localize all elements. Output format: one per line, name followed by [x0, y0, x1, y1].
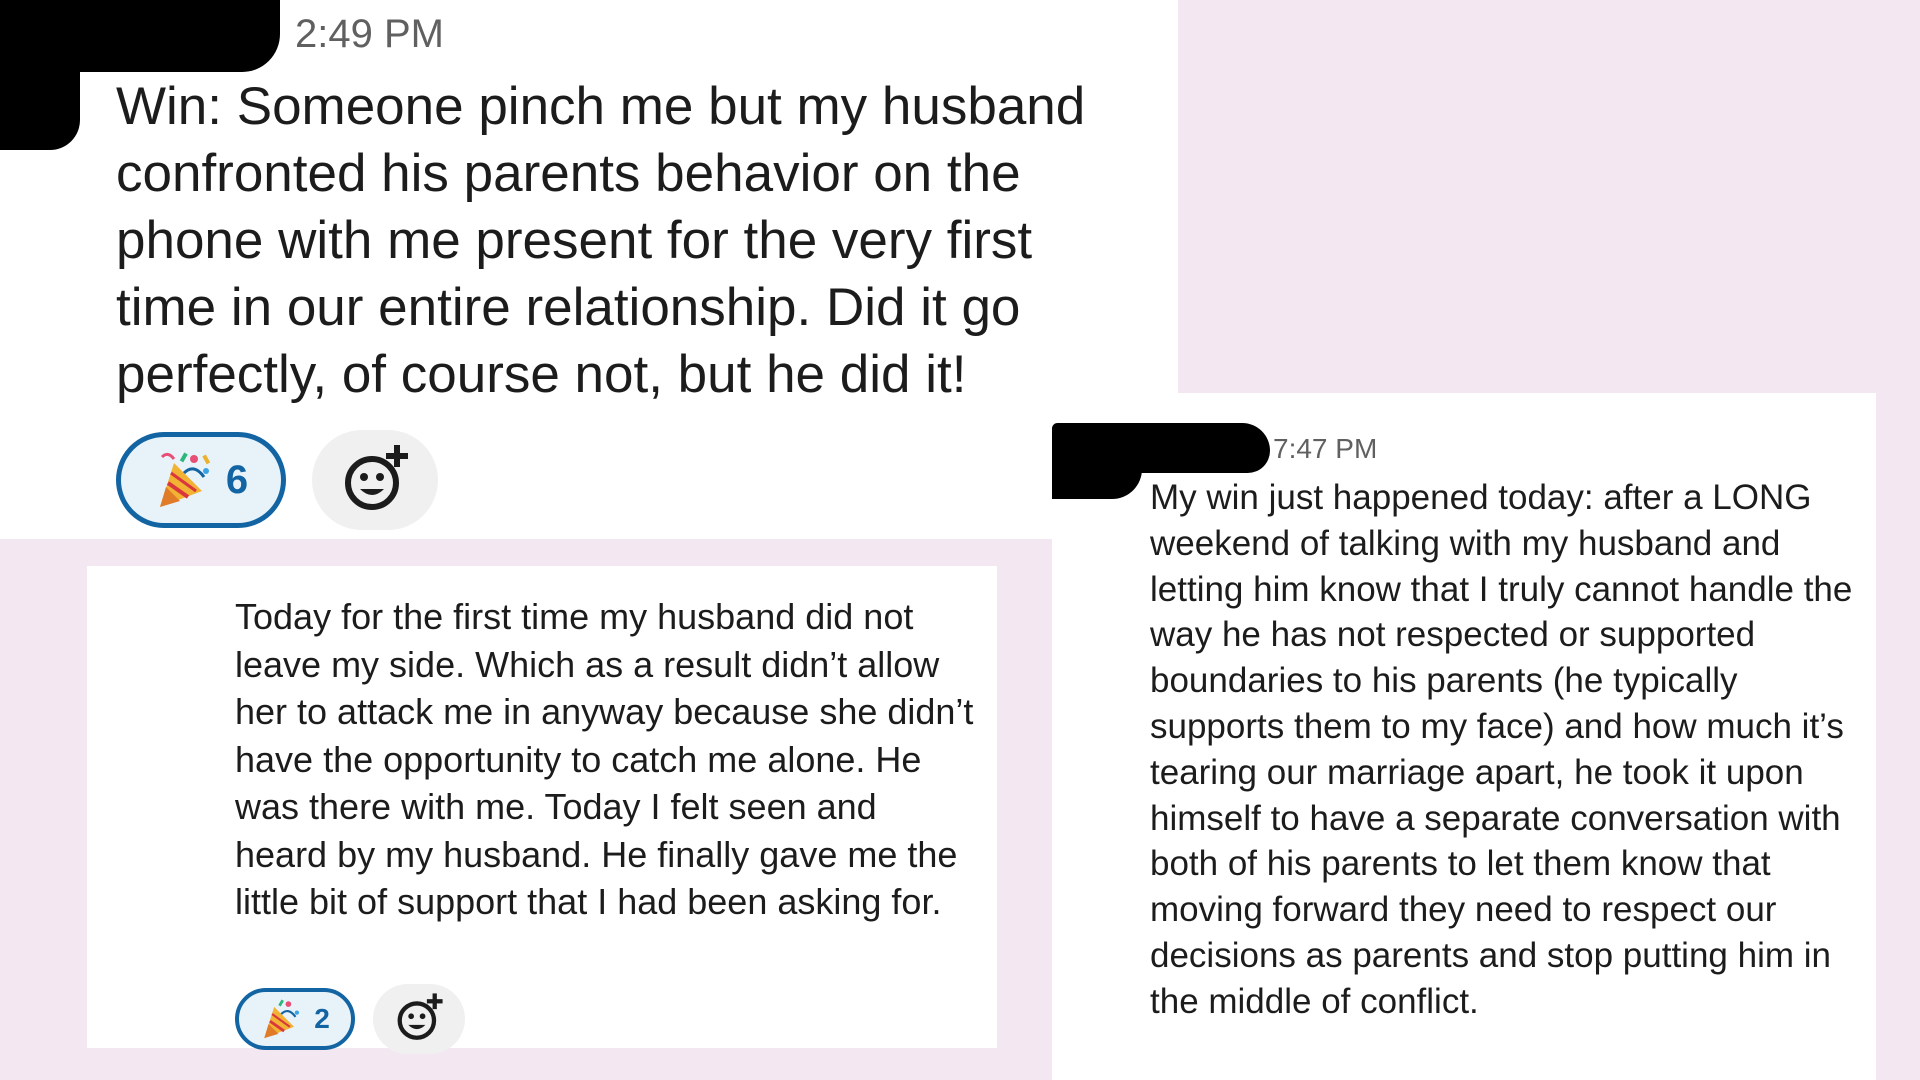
party-reaction-button[interactable]: 2 [235, 988, 355, 1050]
screenshot-collage: 2:49 PM Win: Someone pinch me but my hus… [0, 0, 1920, 1080]
message-panel-1: 2:49 PM Win: Someone pinch me but my hus… [0, 0, 1178, 539]
party-reaction-button[interactable]: 6 [116, 432, 286, 528]
message-text: My win just happened today: after a LONG… [1150, 478, 1853, 1021]
party-popper-icon [154, 449, 216, 511]
reaction-count: 6 [225, 457, 249, 502]
message-timestamp[interactable]: 2:49 PM [295, 12, 444, 57]
add-reaction-icon [394, 992, 444, 1047]
reaction-count: 2 [314, 1003, 330, 1034]
message-panel-3: 7:47 PM My win just happened today: afte… [1052, 393, 1876, 1080]
message-text: Today for the first time my husband did … [235, 596, 974, 922]
message-panel-2: Today for the first time my husband did … [87, 566, 997, 1054]
party-popper-icon [260, 997, 304, 1041]
message-timestamp[interactable]: 7:47 PM [1273, 433, 1377, 465]
add-reaction-button[interactable] [373, 984, 465, 1054]
redacted-avatar [1052, 455, 1142, 499]
add-reaction-button[interactable] [312, 430, 438, 530]
redacted-avatar [0, 50, 80, 150]
add-reaction-icon [340, 443, 410, 518]
message-text: Win: Someone pinch me but my husband con… [116, 77, 1086, 404]
